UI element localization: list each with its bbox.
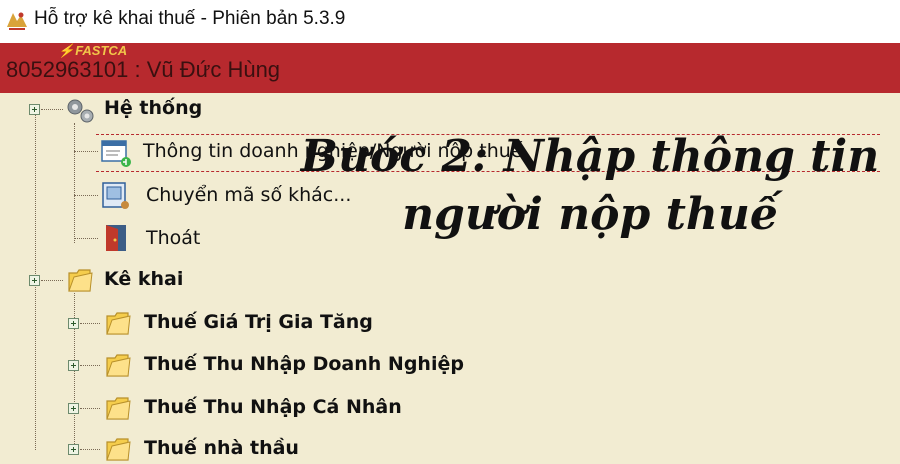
tree-node-label: Thoát (146, 227, 201, 249)
tree-node-label: Thuế Thu Nhập Doanh Nghiệp (144, 353, 464, 375)
window-title: Hỗ trợ kê khai thuế - Phiên bản 5.3.9 (34, 8, 346, 29)
tree-connector (41, 109, 63, 110)
tree-node-label: Thuế nhà thầu (144, 437, 299, 459)
tree-connector (80, 408, 100, 409)
expand-icon[interactable] (29, 275, 40, 286)
tree-connector (41, 280, 63, 281)
company-info-icon (101, 140, 131, 167)
app-logo-icon (7, 12, 27, 30)
user-header: ⚡FASTCA 8052963101 : Vũ Đức Hùng (0, 43, 900, 93)
tree-connector (74, 195, 98, 196)
tree-connector (80, 365, 100, 366)
tree-connector (80, 323, 100, 324)
tree-connector (74, 238, 98, 239)
caption-line-2: người nộp thuế (402, 189, 778, 240)
step-caption: Bước 2: Nhập thông tin người nộp thuế (300, 128, 880, 244)
brand-text: FASTCA (75, 43, 128, 58)
folder-icon (106, 312, 131, 335)
expand-icon[interactable] (29, 104, 40, 115)
gears-icon (67, 99, 94, 123)
expand-icon[interactable] (68, 318, 79, 329)
tree-node-label: Kê khai (104, 268, 184, 290)
tree-node-label: Thuế Thu Nhập Cá Nhân (144, 396, 402, 418)
folder-icon (106, 438, 131, 461)
lightning-icon: ⚡ (58, 43, 75, 58)
caption-line-1: Bước 2: Nhập thông tin (300, 131, 880, 182)
tree-node-label: Hệ thống (104, 97, 203, 119)
folder-icon (68, 269, 93, 292)
folder-icon (106, 354, 131, 377)
tree-connector (74, 293, 75, 450)
window-titlebar: Hỗ trợ kê khai thuế - Phiên bản 5.3.9 (0, 0, 900, 43)
tree-node-label: Thuế Giá Trị Gia Tăng (144, 311, 373, 333)
folder-icon (106, 397, 131, 420)
switch-code-icon (102, 182, 129, 209)
taxpayer-id-name: 8052963101 : Vũ Đức Hùng (6, 57, 281, 82)
tree-connector (74, 151, 98, 152)
exit-door-icon (106, 225, 126, 251)
tree-connector (74, 123, 75, 243)
expand-icon[interactable] (68, 403, 79, 414)
expand-icon[interactable] (68, 360, 79, 371)
